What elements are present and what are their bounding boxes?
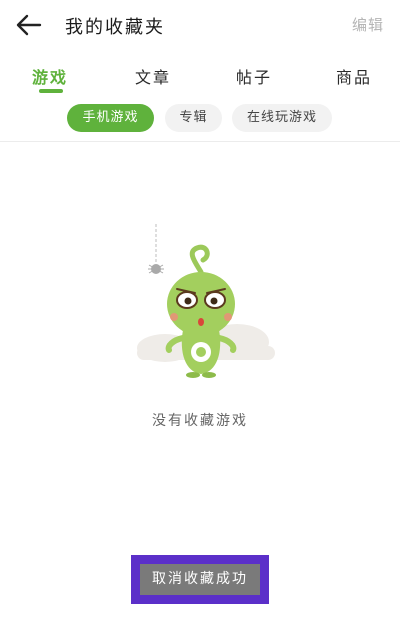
edit-button[interactable]: 编辑 <box>352 14 384 35</box>
arrow-left-icon <box>16 14 42 36</box>
filter-mobile-games[interactable]: 手机游戏 <box>67 104 154 132</box>
app-header: 我的收藏夹 编辑 <box>0 0 400 50</box>
toast-message: 取消收藏成功 <box>140 564 260 595</box>
tab-articles[interactable]: 文章 <box>135 64 171 88</box>
green-mascot-empty-icon <box>137 224 275 378</box>
tab-products[interactable]: 商品 <box>336 64 372 88</box>
tab-posts[interactable]: 帖子 <box>236 64 272 88</box>
divider <box>0 141 400 142</box>
tab-games[interactable]: 游戏 <box>32 64 68 88</box>
category-tabs: 游戏 文章 帖子 商品 <box>0 58 400 98</box>
empty-state-message: 没有收藏游戏 <box>152 413 248 429</box>
toast-highlight: 取消收藏成功 <box>131 555 269 604</box>
filter-collections[interactable]: 专辑 <box>165 104 222 132</box>
page-title: 我的收藏夹 <box>65 17 165 38</box>
active-tab-indicator <box>39 89 63 93</box>
filter-chips: 手机游戏 专辑 在线玩游戏 <box>0 104 400 134</box>
filter-online-games[interactable]: 在线玩游戏 <box>232 104 332 132</box>
back-button[interactable] <box>12 10 46 40</box>
